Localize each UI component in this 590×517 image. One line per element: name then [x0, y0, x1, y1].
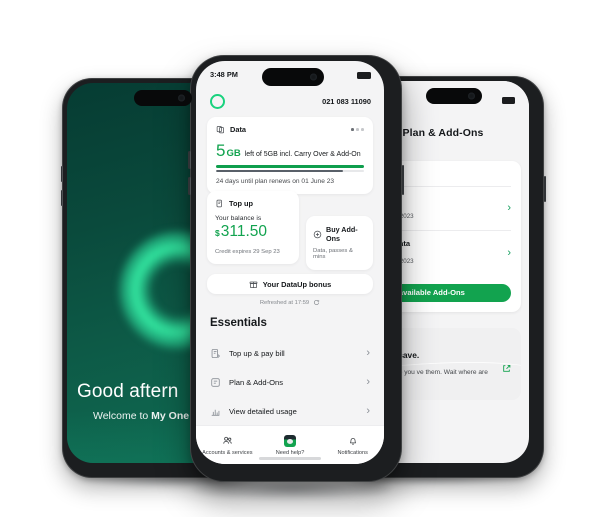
carousel-dots[interactable]	[351, 128, 364, 131]
refreshed-text: Refreshed at 17:59	[259, 299, 310, 306]
tab-label: Accounts & services	[202, 449, 253, 456]
data-remaining-row: 5 GB left of 5GB incl. Carry Over & Add-…	[216, 142, 364, 159]
balance-amount: 311.50	[220, 223, 267, 240]
balance-amount-row: $ 311.50	[215, 224, 291, 240]
dynamic-island	[426, 88, 482, 104]
battery-icon	[502, 97, 515, 104]
topup-icon	[210, 348, 221, 359]
dataup-bonus-button[interactable]: Your DataUp bonus	[207, 274, 373, 294]
dot[interactable]	[361, 128, 364, 131]
plan-renewal-text: 24 days until plan renews on 01 June 23	[216, 178, 335, 186]
dataup-bonus-label: Your DataUp bonus	[262, 279, 332, 289]
data-amount-unit: GB	[226, 148, 241, 159]
support-avatar-glyph	[284, 434, 296, 447]
front-camera-icon	[468, 92, 475, 100]
status-time: 3:48 PM	[210, 70, 238, 79]
chevron-right-icon[interactable]: ›	[366, 347, 370, 359]
topup-card-header: Top up	[215, 199, 291, 208]
battery-icon	[357, 72, 371, 79]
topup-card[interactable]: Top up Your balance is $ 311.50 Credit e…	[207, 191, 299, 264]
front-camera-icon	[310, 73, 317, 81]
chevron-right-icon[interactable]: ›	[507, 247, 511, 259]
people-icon	[196, 435, 259, 447]
essentials-heading: Essentials	[210, 317, 267, 329]
buy-addons-header: Buy Add-Ons	[313, 225, 366, 243]
data-card-header: Data	[216, 125, 364, 134]
data-amount-value: 5	[216, 141, 226, 160]
balance-label: Your balance is	[215, 215, 262, 222]
data-progress-bar-secondary	[216, 169, 364, 173]
tab-accounts-services[interactable]: Accounts & services	[196, 435, 259, 456]
dynamic-island	[262, 68, 324, 86]
home-indicator	[259, 457, 321, 460]
power-button[interactable]	[543, 176, 546, 202]
essentials-item-label: Plan & Add-Ons	[229, 377, 284, 387]
bar-chart-icon	[210, 406, 221, 417]
data-card-title: Data	[230, 125, 247, 134]
buy-addons-subtitle: Data, passes & mins	[313, 248, 353, 260]
chevron-right-icon[interactable]: ›	[366, 405, 370, 417]
currency-symbol: $	[215, 228, 220, 238]
power-button[interactable]	[401, 165, 404, 195]
refresh-icon[interactable]	[313, 299, 320, 306]
volume-down-button[interactable]	[60, 190, 63, 206]
plan-icon	[210, 377, 221, 388]
tab-need-help[interactable]: Need help?	[259, 434, 322, 456]
topup-card-title: Top up	[229, 199, 254, 208]
sim-card-icon	[216, 125, 225, 134]
essentials-item-label: Top up & pay bill	[229, 348, 285, 358]
dot-active[interactable]	[351, 128, 354, 131]
welcome-brand: My One	[151, 410, 190, 422]
bell-icon	[321, 435, 384, 447]
volume-up-button[interactable]	[60, 166, 63, 182]
dot[interactable]	[356, 128, 359, 131]
sidebar-item-plan-addons[interactable]: Plan & Add-Ons ›	[210, 369, 370, 395]
refreshed-status[interactable]: Refreshed at 17:59	[196, 299, 384, 306]
buy-addons-card[interactable]: Buy Add-Ons Data, passes & mins	[306, 216, 373, 270]
sidebar-item-view-detailed-usage[interactable]: View detailed usage ›	[210, 398, 370, 424]
data-progress-bar-primary	[216, 165, 364, 168]
credit-expiry-text: Credit expires 29 Sep 23	[215, 248, 280, 255]
tab-label: Notifications	[337, 449, 368, 456]
data-amount-description: left of 5GB incl. Carry Over & Add-On	[244, 151, 361, 158]
plus-circle-icon	[313, 230, 322, 239]
chevron-right-icon[interactable]: ›	[366, 376, 370, 388]
chevron-right-icon[interactable]: ›	[507, 203, 511, 214]
buy-addons-title: Buy Add-Ons	[326, 225, 358, 243]
screenshot-canvas: Good aftern Welcome to My One Plan & Add…	[0, 0, 590, 517]
volume-down-button[interactable]	[188, 177, 191, 195]
sidebar-item-top-up-pay-bill[interactable]: Top up & pay bill ›	[210, 340, 370, 366]
phone-center: 3:48 PM 021 083 11090 Data 5 GB left of …	[188, 55, 404, 482]
data-card[interactable]: Data 5 GB left of 5GB incl. Carry Over &…	[207, 117, 373, 195]
data-progress-fill	[216, 169, 344, 173]
dynamic-island	[134, 90, 192, 106]
volume-up-button[interactable]	[188, 151, 191, 169]
msisdn-label: 021 083 11090	[322, 97, 371, 106]
welcome-prefix: Welcome to	[93, 410, 152, 422]
front-camera-icon	[178, 94, 185, 102]
topup-icon	[215, 199, 224, 208]
essentials-item-label: View detailed usage	[229, 406, 297, 416]
phone-center-screen: 3:48 PM 021 083 11090 Data 5 GB left of …	[196, 61, 384, 464]
gift-icon	[249, 280, 258, 289]
support-avatar-icon	[259, 434, 322, 447]
ring-logo-icon	[210, 94, 225, 109]
external-link-icon[interactable]	[502, 364, 511, 373]
tab-notifications[interactable]: Notifications	[321, 435, 384, 456]
tab-label: Need help?	[275, 449, 305, 456]
